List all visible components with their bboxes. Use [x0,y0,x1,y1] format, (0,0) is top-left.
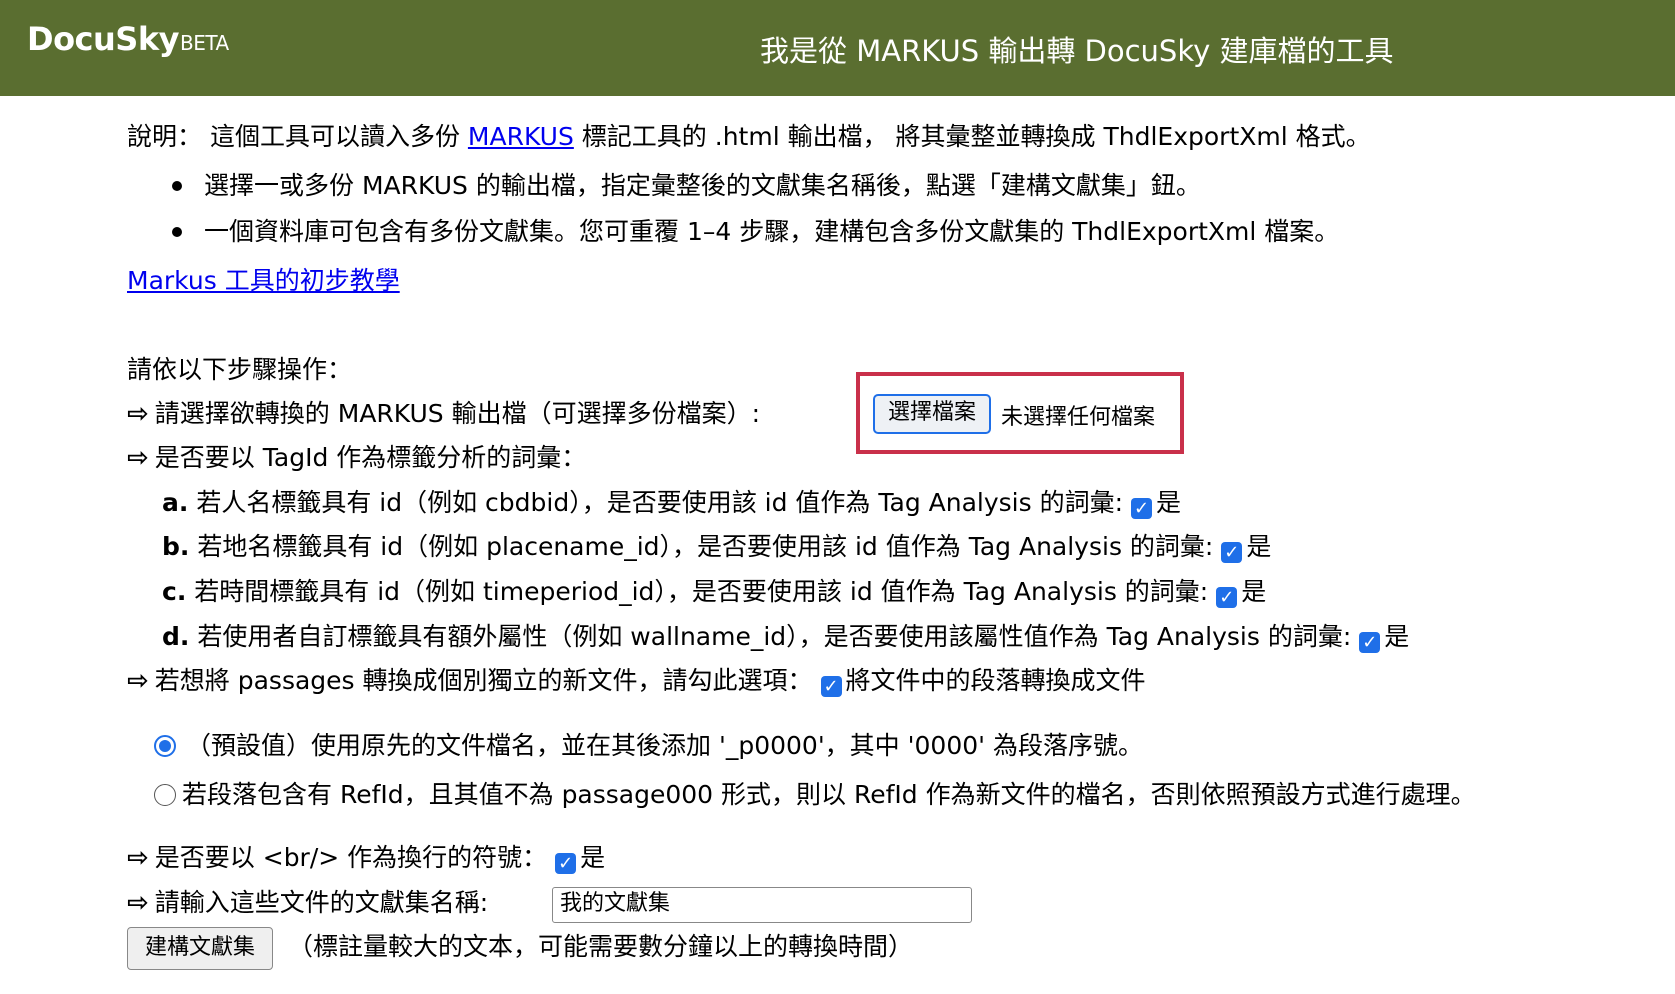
intro-bullet-2: 一個資料庫可包含有多份文獻集。您可重覆 1–4 步驟，建構包含多份文獻集的 Th… [204,217,1340,246]
bullet-dot [172,181,182,191]
option-letter: d. [162,622,190,651]
option-text: 若人名標籤具有 id（例如 cbdbid），是否要使用該 id 值作為 Tag … [196,488,1124,517]
option-check-label: 是 [1384,622,1410,651]
option-c: c. 若時間標籤具有 id（例如 timeperiod_id），是否要使用該 i… [162,575,1266,609]
option-a: a. 若人名標籤具有 id（例如 cbdbid），是否要使用該 id 值作為 T… [162,486,1181,520]
collection-name-input[interactable]: 我的文獻集 [552,887,972,923]
option-letter: b. [162,532,190,561]
build-collection-button[interactable]: 建構文獻集 [127,927,273,970]
collection-label: 請輸入這些文件的文獻集名稱: [154,888,489,917]
collection-row: ⇨ 請輸入這些文件的文獻集名稱: [127,886,488,920]
markus-link[interactable]: MARKUS [468,122,574,151]
intro-text: 說明： 這個工具可以讀入多份 MARKUS 標記工具的 .html 輸出檔， 將… [127,120,1371,154]
passages-label: 若想將 passages 轉換成個別獨立的新文件，請勾此選項： [154,666,813,695]
radio-default-label: （預設值）使用原先的文件檔名，並在其後添加 '_p0000'，其中 '0000'… [186,731,1143,760]
option-text: 若使用者自訂標籤具有額外屬性（例如 wallname_id），是否要使用該屬性值… [197,622,1352,651]
build-note: （標註量較大的文本，可能需要數分鐘以上的轉換時間） [288,932,914,961]
tutorial-link[interactable]: Markus 工具的初步教學 [127,266,400,295]
docusky-logo[interactable]: DocuSkyBETA [27,20,229,58]
choose-file-button[interactable]: 選擇檔案 [873,394,991,434]
intro-suffix: 標記工具的 .html 輸出檔， 將其彙整並轉換成 ThdlExportXml … [581,122,1371,151]
option-check-label: 是 [1246,532,1272,561]
no-file-status: 未選擇任何檔案 [1001,405,1156,430]
arrow-icon: ⇨ [127,443,149,473]
passages-row: ⇨ 若想將 passages 轉換成個別獨立的新文件，請勾此選項： ✓ 將文件中的段落… [127,664,1146,698]
arrow-icon: ⇨ [127,843,149,873]
passages-check-label: 將文件中的段落轉換成文件 [845,666,1146,695]
tutorial-row: Markus 工具的初步教學 [127,264,400,298]
option-a-checkbox[interactable]: ✓ [1131,498,1153,519]
arrow-icon: ⇨ [127,666,149,696]
passages-checkbox[interactable]: ✓ [820,676,842,697]
page-title: 我是從 MARKUS 輸出轉 DocuSky 建庫檔的工具 [760,34,1394,68]
option-b: b. 若地名標籤具有 id（例如 placename_id），是否要使用該 id… [162,530,1271,564]
radio-refid[interactable] [154,784,176,806]
app-header: DocuSkyBETA 我是從 MARKUS 輸出轉 DocuSky 建庫檔的工… [0,0,1675,96]
select-files-label: 請選擇欲轉換的 MARKUS 輸出檔（可選擇多份檔案）: [154,399,761,428]
arrow-icon: ⇨ [127,399,149,429]
option-text: 若地名標籤具有 id（例如 placename_id），是否要使用該 id 值作… [197,532,1214,561]
option-letter: c. [162,577,187,606]
bullet-dot [172,227,182,237]
option-check-label: 是 [1241,577,1267,606]
option-d: d. 若使用者自訂標籤具有額外屬性（例如 wallname_id），是否要使用該… [162,620,1409,654]
arrow-icon: ⇨ [127,888,149,918]
intro-prefix: 說明： 這個工具可以讀入多份 [127,122,460,151]
steps-heading: 請依以下步驟操作： [127,355,353,384]
br-question: 是否要以 <br/> 作為換行的符號： [154,843,548,872]
br-question-row: ⇨ 是否要以 <br/> 作為換行的符號： ✓ 是 [127,841,605,875]
radio-default[interactable] [154,735,176,757]
intro-bullet-1: 選擇一或多份 MARKUS 的輸出檔，指定彙整後的文獻集名稱後，點選「建構文獻集… [204,171,1201,200]
option-check-label: 是 [1156,488,1182,517]
option-b-checkbox[interactable]: ✓ [1221,542,1243,563]
option-d-checkbox[interactable]: ✓ [1359,632,1381,653]
brand-name: DocuSky [27,20,179,58]
option-text: 若時間標籤具有 id（例如 timeperiod_id），是否要使用該 id 值… [194,577,1209,606]
tagid-question: 是否要以 TagId 作為標籤分析的詞彙： [154,443,587,472]
tagid-question-row: ⇨ 是否要以 TagId 作為標籤分析的詞彙： [127,441,586,475]
option-c-checkbox[interactable]: ✓ [1216,587,1238,608]
br-checkbox[interactable]: ✓ [555,853,577,874]
select-files-row: ⇨ 請選擇欲轉換的 MARKUS 輸出檔（可選擇多份檔案）: [127,397,760,431]
option-letter: a. [162,488,189,517]
radio-refid-label: 若段落包含有 RefId，且其值不為 passage000 形式，則以 RefI… [182,780,1476,809]
brand-beta: BETA [179,31,229,55]
br-check-label: 是 [580,843,606,872]
